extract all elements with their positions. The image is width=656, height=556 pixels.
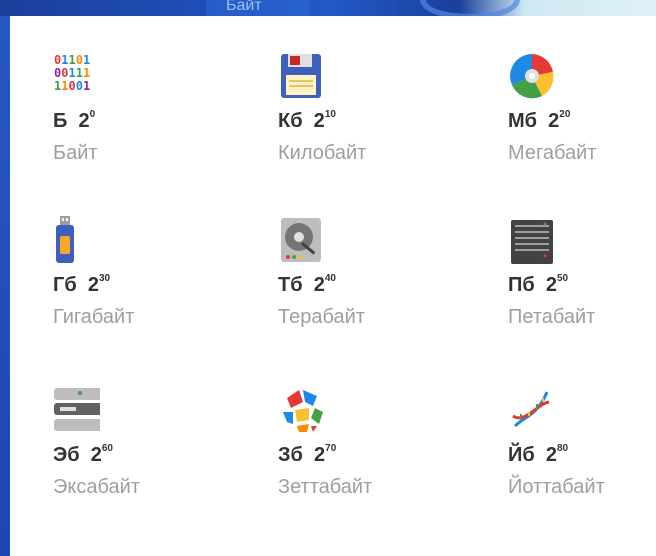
unit-name: Килобайт xyxy=(278,142,367,164)
unit-abbreviation: Йб 280 xyxy=(508,443,569,466)
unit-abbreviation: Пб 250 xyxy=(508,273,569,296)
banner-partial-label: Байт xyxy=(226,0,262,14)
colorful-sphere-icon xyxy=(281,389,323,432)
unit-name: Петабайт xyxy=(508,306,596,328)
unit-name: Зеттабайт xyxy=(278,476,373,498)
unit-cell-byte: 01101 00111 11001 Б 20 Байт xyxy=(10,50,220,190)
unit-cell-megabyte: Мб 220 Мегабайт xyxy=(465,50,656,190)
unit-cell-gigabyte: Гб 230 Гигабайт xyxy=(10,214,220,354)
top-banner-strip: Байт xyxy=(0,0,656,20)
binary-digits-icon: 01101 00111 11001 xyxy=(54,53,90,93)
unit-name: Терабайт xyxy=(278,306,365,328)
unit-abbreviation: Б 20 xyxy=(53,109,96,132)
unit-cell-exabyte: Эб 260 Эксабайт xyxy=(10,384,220,524)
unit-name: Йоттабайт xyxy=(508,476,605,498)
unit-abbreviation: Тб 240 xyxy=(278,273,336,296)
units-card: 01101 00111 11001 Б 20 Байт Кб 210 Килоб… xyxy=(10,16,656,556)
unit-name: Байт xyxy=(53,142,98,164)
dna-helix-icon xyxy=(512,391,550,428)
unit-abbreviation: Мб 220 xyxy=(508,109,571,132)
unit-name: Эксабайт xyxy=(53,476,140,498)
unit-cell-terabyte: Тб 240 Терабайт xyxy=(235,214,445,354)
unit-abbreviation: Кб 210 xyxy=(278,109,336,132)
unit-abbreviation: Гб 230 xyxy=(53,273,111,296)
unit-cell-zettabyte: Зб 270 Зеттабайт xyxy=(235,384,445,524)
unit-cell-petabyte: Пб 250 Петабайт xyxy=(465,214,656,354)
unit-name: Мегабайт xyxy=(508,142,597,164)
svg-text:01101: 01101 xyxy=(54,53,90,67)
svg-text:11001: 11001 xyxy=(54,79,90,93)
unit-cell-yottabyte: Йб 280 Йоттабайт xyxy=(465,384,656,524)
usb-flash-drive-icon xyxy=(56,216,74,263)
server-stack-icon xyxy=(54,388,100,431)
svg-text:00111: 00111 xyxy=(54,66,90,80)
hard-disk-drive-icon xyxy=(281,218,321,262)
unit-name: Гигабайт xyxy=(53,306,135,328)
unit-abbreviation: Зб 270 xyxy=(278,443,337,466)
unit-abbreviation: Эб 260 xyxy=(53,443,113,466)
left-edge-background xyxy=(0,16,10,556)
floppy-disk-icon xyxy=(281,54,321,98)
unit-cell-kilobyte: Кб 210 Килобайт xyxy=(235,50,445,190)
compact-disc-icon xyxy=(510,54,554,99)
server-rack-icon xyxy=(511,220,553,264)
